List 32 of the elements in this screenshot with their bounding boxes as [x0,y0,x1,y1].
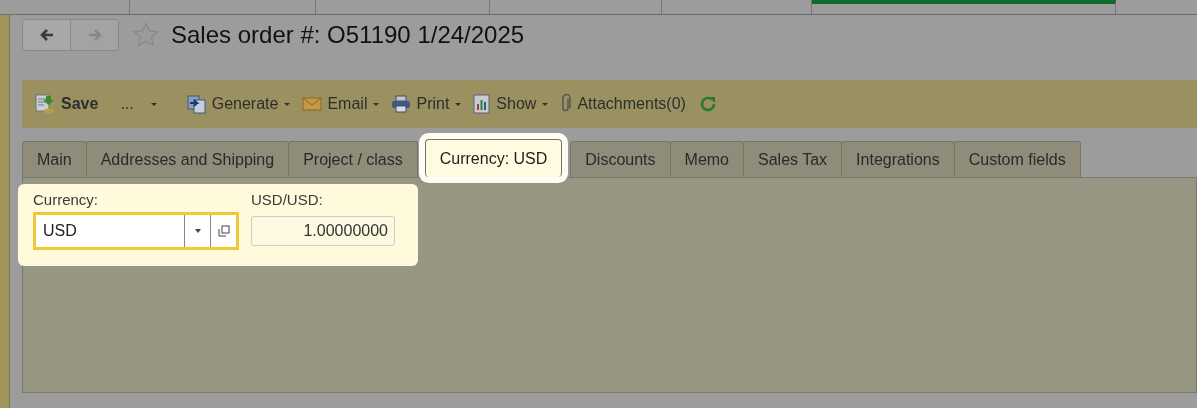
currency-input[interactable]: USD [36,221,184,241]
attachments-button[interactable]: Attachments(0) [560,94,686,114]
open-window-icon[interactable] [217,225,230,237]
tab[interactable]: Discounts [570,141,671,177]
active-browser-tab[interactable] [812,0,1116,14]
more-menu-button[interactable]: ... [120,95,157,113]
save-icon [34,93,56,115]
field-label: USD/USD: [251,191,324,208]
chart-document-icon [473,94,492,114]
tab[interactable]: Main [22,141,87,177]
tab[interactable]: Integrations [841,141,955,177]
menu-button[interactable]: Show [473,94,549,114]
printer-icon [391,95,412,113]
currency-select[interactable]: USD [33,212,239,250]
left-arrow-icon [38,27,55,43]
tab[interactable]: Project / class [288,141,418,177]
tab[interactable]: Memo [669,141,744,177]
menu-button[interactable]: Print [391,95,462,113]
envelope-icon [302,96,323,112]
menu-button[interactable]: Email [302,95,380,113]
field-label: Currency: [33,191,100,208]
back-button[interactable] [22,19,71,51]
tab[interactable]: Addresses and Shipping [85,141,290,177]
right-arrow-icon [86,27,103,43]
rate-field[interactable]: 1.00000000 [251,216,395,246]
document-arrow-icon [186,94,207,114]
paperclip-icon [560,94,573,114]
tab[interactable]: Custom fields [953,141,1081,177]
tab[interactable]: Sales Tax [743,141,843,177]
menu-button[interactable]: Generate [186,94,291,114]
page-title: Sales order #: O51190 1/24/2025 [171,21,525,49]
save-button[interactable]: Save [34,93,99,115]
